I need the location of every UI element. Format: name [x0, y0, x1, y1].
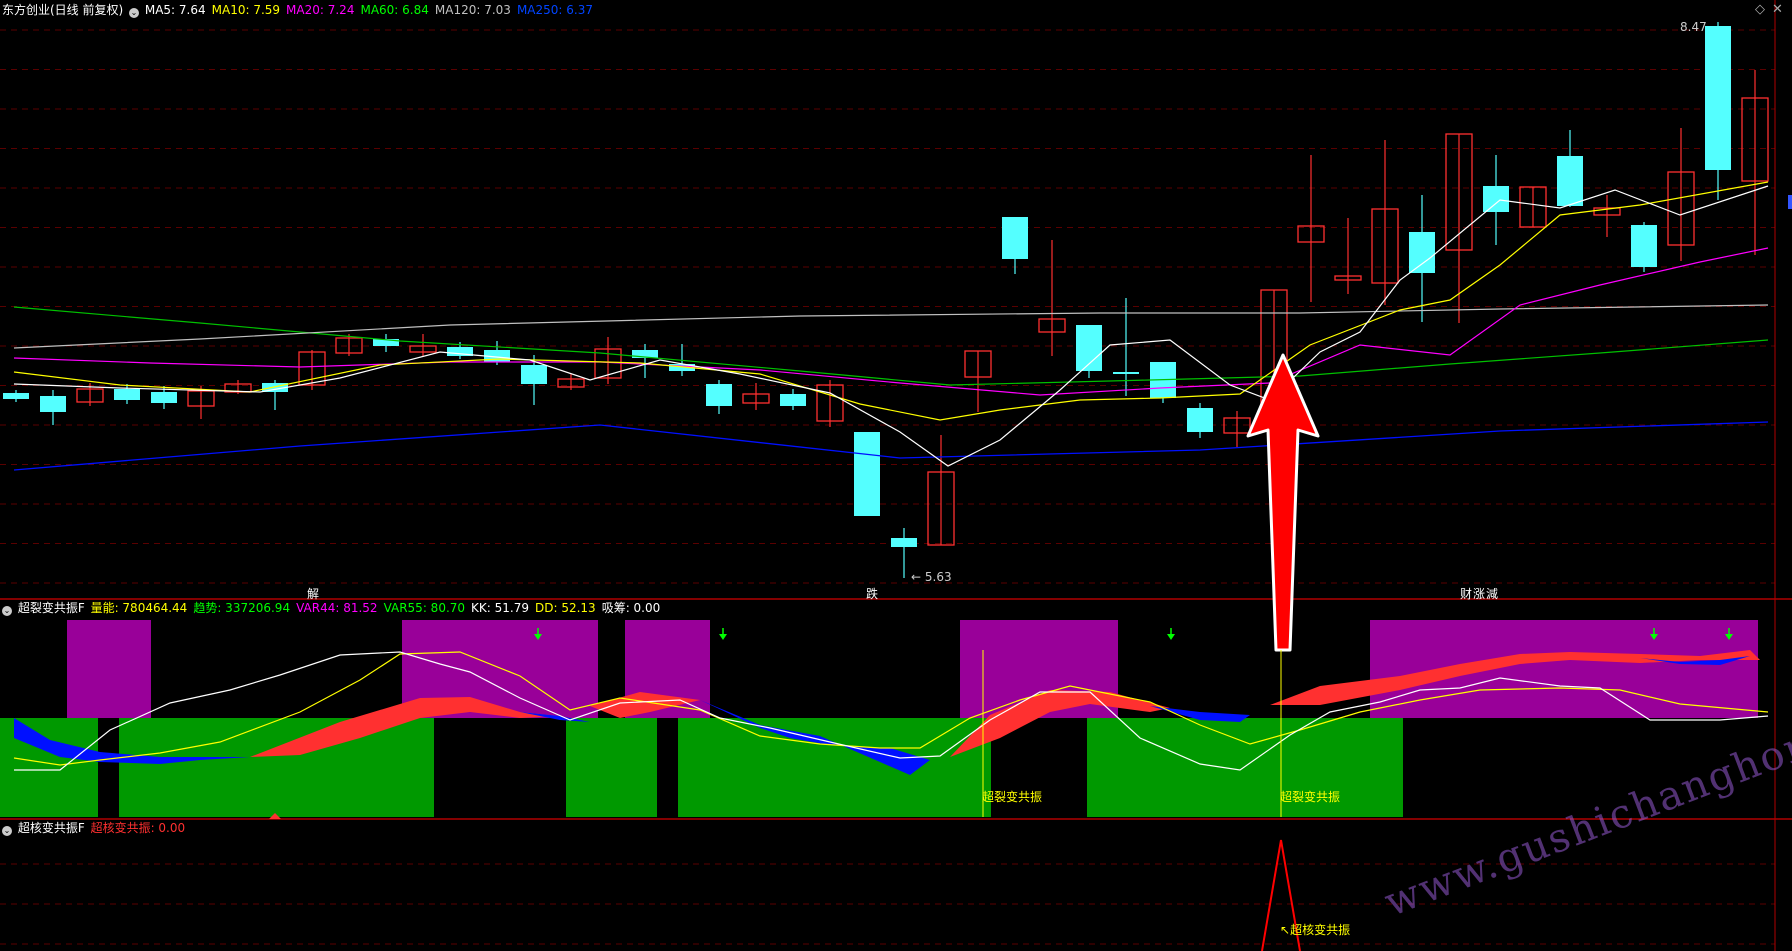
candle-body-down — [780, 394, 806, 406]
down-arrow-icon — [719, 634, 727, 640]
chart-canvas[interactable] — [0, 0, 1792, 951]
indicator1-name: 超裂变共振F — [17, 601, 85, 615]
down-arrow-icon — [1167, 634, 1175, 640]
candle-body-down — [1187, 408, 1213, 432]
ma20-line — [13, 247, 1769, 396]
purple-block — [67, 620, 151, 718]
ma-legend-item-1: MA10: 7.59 — [211, 3, 281, 17]
indicator1-field-2: VAR44: 81.52 — [296, 601, 378, 615]
candle-body-down — [1557, 156, 1583, 206]
marker-cai: 财 — [1460, 587, 1473, 601]
marker-jian: 減 — [1486, 587, 1499, 601]
collapse-icon[interactable]: ⌄ — [2, 606, 12, 616]
stock-title: 东方创业(日线 前复权) — [2, 3, 124, 17]
indicator1-field-0: 量能: 780464.44 — [90, 601, 188, 615]
candle-body-down — [854, 432, 880, 516]
green-block — [678, 718, 991, 817]
ma-legend-item-4: MA120: 7.03 — [434, 3, 511, 17]
ma250-line — [13, 421, 1769, 471]
close-icon[interactable]: ✕ — [1772, 2, 1783, 17]
right-edge-marker — [1788, 195, 1792, 209]
candle-body-down — [891, 538, 917, 547]
candle-body-down — [1631, 225, 1657, 267]
diamond-icon[interactable]: ◇ — [1755, 2, 1765, 17]
indicator1-field-4: KK: 51.79 — [471, 601, 529, 615]
green-block — [566, 718, 657, 817]
candle-body-down — [114, 389, 140, 400]
marker-zhang: 涨 — [1473, 587, 1486, 601]
candle-body-down — [521, 365, 547, 384]
indicator2-field-0: 超核变共振: 0.00 — [90, 821, 186, 835]
signal-label-2: 超裂变共振 — [1280, 790, 1341, 804]
candle-body-down — [1409, 232, 1435, 273]
indicator1-header: ⌄ 超裂变共振F 量能: 780464.44 趋势: 337206.94 VAR44… — [2, 601, 668, 616]
ma-legend-item-5: MA250: 6.37 — [516, 3, 593, 17]
indicator2-name: 超核变共振F — [17, 821, 85, 835]
indicator2-values: 超核变共振: 0.00 — [91, 821, 192, 835]
marker-jie: 解 — [307, 587, 320, 601]
ma-legend-item-2: MA20: 7.24 — [286, 3, 355, 17]
low-price-label: ← 5.63 — [911, 570, 952, 584]
settings-icon[interactable]: ⌄ — [129, 8, 140, 18]
signal-label-1: 超裂变共振 — [982, 790, 1043, 804]
ma-legend-item-0: MA5: 7.64 — [144, 3, 206, 17]
purple-block — [1370, 620, 1758, 718]
candle-body-down — [1002, 217, 1028, 259]
marker-die: 跌 — [866, 587, 879, 601]
indicator1-values: 量能: 780464.44 趋势: 337206.94 VAR44: 81.52 VA… — [91, 601, 667, 615]
candle-body-down — [151, 392, 177, 403]
ma120-line — [13, 304, 1769, 349]
indicator2-header: ⌄ 超核变共振F 超核变共振: 0.00 — [2, 821, 193, 836]
ma-legend: MA5: 7.64 MA10: 7.59 MA20: 7.24 MA60: 6.84 M… — [145, 3, 599, 17]
candle-body-down — [1705, 26, 1731, 170]
collapse-icon[interactable]: ⌄ — [2, 826, 12, 836]
indicator1-field-3: VAR55: 80.70 — [383, 601, 466, 615]
green-block — [119, 718, 434, 817]
candle-body-down — [1483, 186, 1509, 212]
candle-body-down — [3, 393, 29, 399]
candle-body-down — [1113, 372, 1139, 374]
high-price-label: 8.47 — [1680, 20, 1707, 34]
indicator1-field-6: 吸筹: 0.00 — [601, 601, 661, 615]
candle-body-down — [40, 396, 66, 412]
price-panel-header: 东方创业(日线 前复权) ⌄ MA5: 7.64 MA10: 7.59 MA20: … — [2, 3, 601, 18]
indicator1-field-1: 趋势: 337206.94 — [193, 601, 291, 615]
signal-label-3: ↖超核变共振 — [1280, 923, 1351, 937]
candle-body-down — [706, 384, 732, 406]
ma-legend-item-3: MA60: 6.84 — [360, 3, 429, 17]
indicator1-field-5: DD: 52.13 — [534, 601, 596, 615]
signal-arrow — [1246, 353, 1320, 652]
